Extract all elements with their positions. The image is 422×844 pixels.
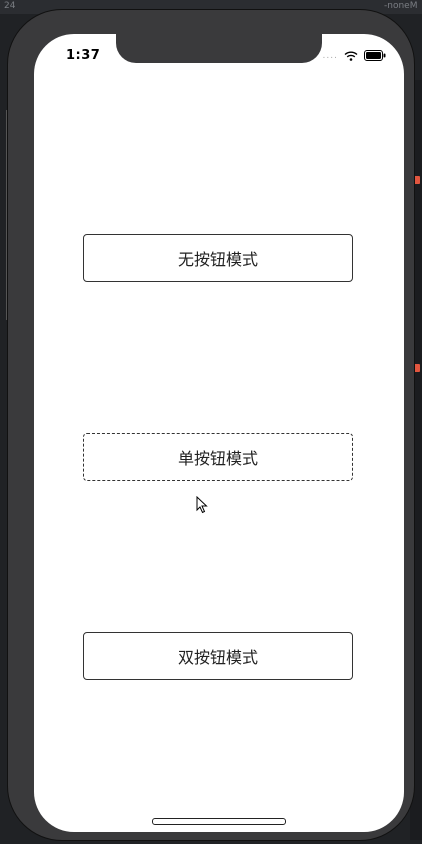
desktop-background: 24 -noneM 1:37 .... 无按钮模式 单按钮模式 双按钮模式 bbox=[0, 0, 422, 844]
ide-error-marker bbox=[414, 364, 420, 372]
signal-icon: .... bbox=[322, 50, 338, 61]
double-button-mode-button[interactable]: 双按钮模式 bbox=[83, 632, 353, 680]
device-notch bbox=[116, 34, 322, 63]
battery-icon bbox=[364, 50, 386, 61]
no-button-mode-button[interactable]: 无按钮模式 bbox=[83, 234, 353, 282]
status-time: 1:37 bbox=[66, 48, 101, 63]
ide-error-marker bbox=[414, 176, 420, 184]
ide-tab-left[interactable]: 24 bbox=[4, 0, 15, 12]
simulator-device-frame: 1:37 .... 无按钮模式 单按钮模式 双按钮模式 bbox=[8, 10, 414, 840]
single-button-mode-button[interactable]: 单按钮模式 bbox=[83, 433, 353, 481]
ide-tab-right[interactable]: -noneM bbox=[384, 0, 417, 12]
wifi-icon bbox=[344, 51, 358, 61]
ide-left-edge bbox=[0, 110, 7, 320]
device-screen: 1:37 .... 无按钮模式 单按钮模式 双按钮模式 bbox=[34, 34, 404, 832]
mouse-cursor-icon bbox=[196, 495, 208, 518]
status-bar-right: .... bbox=[323, 50, 386, 61]
home-indicator[interactable] bbox=[152, 818, 286, 825]
